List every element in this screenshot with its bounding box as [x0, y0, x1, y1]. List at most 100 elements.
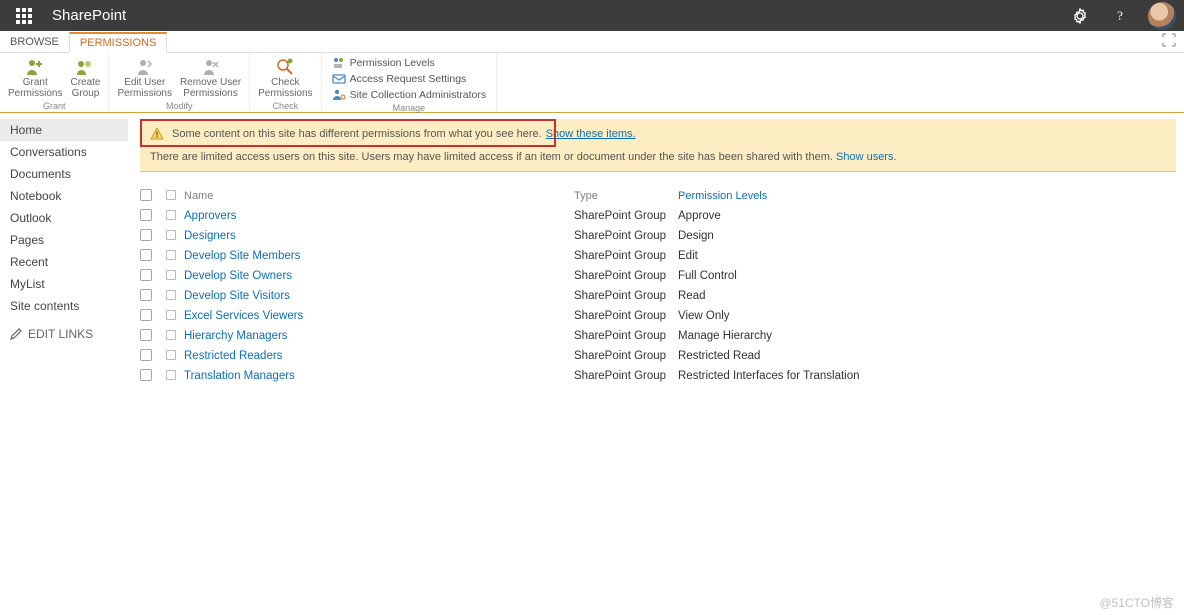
- row-checkbox[interactable]: [140, 309, 152, 321]
- app-launcher[interactable]: [0, 0, 48, 31]
- sidebar-item-documents[interactable]: Documents: [0, 163, 128, 185]
- waffle-icon: [16, 8, 32, 24]
- group-label-modify: Modify: [113, 101, 245, 112]
- row-edit-menu[interactable]: [166, 210, 184, 223]
- notice-limited-users: There are limited access users on this s…: [140, 147, 1176, 172]
- row-permission: Manage Hierarchy: [678, 330, 978, 342]
- check-icon: [275, 57, 295, 77]
- row-checkbox[interactable]: [140, 329, 152, 341]
- group-link[interactable]: Designers: [184, 230, 574, 242]
- notice-limited-text: There are limited access users on this s…: [150, 151, 833, 163]
- group-link[interactable]: Restricted Readers: [184, 350, 574, 362]
- row-type: SharePoint Group: [574, 210, 678, 222]
- row-type: SharePoint Group: [574, 270, 678, 282]
- permission-levels-icon: [332, 56, 346, 70]
- row-edit-menu[interactable]: [166, 250, 184, 263]
- ribbon: GrantPermissions CreateGroup Grant Edit …: [0, 53, 1184, 113]
- group-link[interactable]: Translation Managers: [184, 370, 574, 382]
- row-type: SharePoint Group: [574, 290, 678, 302]
- row-checkbox[interactable]: [140, 249, 152, 261]
- ribbon-tabs: BROWSE PERMISSIONS: [0, 31, 1184, 53]
- sidebar-item-pages[interactable]: Pages: [0, 229, 128, 251]
- row-edit-menu[interactable]: [166, 370, 184, 383]
- sidebar-item-mylist[interactable]: MyList: [0, 273, 128, 295]
- row-checkbox[interactable]: [140, 269, 152, 281]
- col-name[interactable]: Name: [184, 190, 574, 202]
- row-checkbox[interactable]: [140, 289, 152, 301]
- row-edit-menu[interactable]: [166, 350, 184, 363]
- ribbon-group-manage: Permission Levels Access Request Setting…: [322, 53, 498, 112]
- row-edit-menu[interactable]: [166, 330, 184, 343]
- highlight-box: [140, 119, 556, 147]
- group-link[interactable]: Approvers: [184, 210, 574, 222]
- col-type[interactable]: Type: [574, 190, 678, 202]
- question-icon: ?: [1112, 8, 1128, 24]
- sidebar-item-conversations[interactable]: Conversations: [0, 141, 128, 163]
- settings-button[interactable]: [1060, 0, 1100, 31]
- row-edit-menu[interactable]: [166, 310, 184, 323]
- row-permission: Approve: [678, 210, 978, 222]
- row-permission: Design: [678, 230, 978, 242]
- row-type: SharePoint Group: [574, 230, 678, 242]
- row-permission: Edit: [678, 250, 978, 262]
- col-permission-levels[interactable]: Permission Levels: [678, 190, 978, 202]
- table-row: Develop Site MembersSharePoint GroupEdit: [140, 246, 1176, 266]
- sidebar-item-outlook[interactable]: Outlook: [0, 207, 128, 229]
- ribbon-group-grant: GrantPermissions CreateGroup Grant: [0, 53, 109, 112]
- row-checkbox[interactable]: [140, 369, 152, 381]
- tab-browse[interactable]: BROWSE: [0, 31, 69, 52]
- sidebar-item-home[interactable]: Home: [0, 119, 128, 141]
- sidebar-item-recent[interactable]: Recent: [0, 251, 128, 273]
- group-link[interactable]: Hierarchy Managers: [184, 330, 574, 342]
- edit-links-button[interactable]: EDIT LINKS: [0, 317, 128, 351]
- group-link[interactable]: Develop Site Visitors: [184, 290, 574, 302]
- focus-content-button[interactable]: [1154, 33, 1184, 50]
- group-link[interactable]: Develop Site Members: [184, 250, 574, 262]
- remove-user-permissions-button[interactable]: Remove UserPermissions: [176, 55, 245, 101]
- check-permissions-button[interactable]: CheckPermissions: [254, 55, 316, 101]
- group-link[interactable]: Develop Site Owners: [184, 270, 574, 282]
- create-group-label: CreateGroup: [70, 78, 100, 99]
- table-row: Translation ManagersSharePoint GroupRest…: [140, 366, 1176, 386]
- access-request-settings-link[interactable]: Access Request Settings: [332, 71, 487, 87]
- select-all-checkbox[interactable]: [140, 189, 152, 201]
- fullscreen-icon: [1162, 33, 1176, 47]
- avatar[interactable]: [1148, 2, 1176, 30]
- help-button[interactable]: ?: [1100, 0, 1140, 31]
- suite-bar: SharePoint ?: [0, 0, 1184, 31]
- pencil-icon: [10, 328, 22, 340]
- row-checkbox[interactable]: [140, 229, 152, 241]
- watermark: @51CTO博客: [1099, 594, 1174, 611]
- check-label: CheckPermissions: [258, 78, 312, 99]
- edit-column-header: [166, 190, 176, 200]
- grant-label: GrantPermissions: [8, 78, 62, 99]
- sidebar-item-site-contents[interactable]: Site contents: [0, 295, 128, 317]
- show-users-link[interactable]: Show users.: [836, 151, 897, 163]
- sidebar-item-notebook[interactable]: Notebook: [0, 185, 128, 207]
- table-row: Develop Site OwnersSharePoint GroupFull …: [140, 266, 1176, 286]
- table-row: Excel Services ViewersSharePoint GroupVi…: [140, 306, 1176, 326]
- row-edit-menu[interactable]: [166, 290, 184, 303]
- row-edit-menu[interactable]: [166, 230, 184, 243]
- create-group-button[interactable]: CreateGroup: [66, 55, 104, 101]
- table-header: Name Type Permission Levels: [140, 186, 1176, 206]
- row-edit-menu[interactable]: [166, 270, 184, 283]
- show-items-link[interactable]: Show these items.: [546, 128, 636, 140]
- row-type: SharePoint Group: [574, 350, 678, 362]
- site-collection-admins-link[interactable]: Site Collection Administrators: [332, 87, 487, 103]
- ribbon-group-modify: Edit UserPermissions Remove UserPermissi…: [109, 53, 250, 112]
- permission-levels-link[interactable]: Permission Levels: [332, 55, 487, 71]
- remove-user-label: Remove UserPermissions: [180, 78, 241, 99]
- grant-permissions-button[interactable]: GrantPermissions: [4, 55, 66, 101]
- left-nav: HomeConversationsDocumentsNotebookOutloo…: [0, 113, 128, 615]
- row-checkbox[interactable]: [140, 209, 152, 221]
- row-permission: Read: [678, 290, 978, 302]
- admins-icon: [332, 88, 346, 102]
- row-checkbox[interactable]: [140, 349, 152, 361]
- grant-icon: [25, 57, 45, 77]
- group-link[interactable]: Excel Services Viewers: [184, 310, 574, 322]
- permissions-table: Name Type Permission Levels ApproversSha…: [140, 186, 1176, 386]
- row-type: SharePoint Group: [574, 330, 678, 342]
- edit-user-permissions-button[interactable]: Edit UserPermissions: [113, 55, 175, 101]
- tab-permissions[interactable]: PERMISSIONS: [69, 32, 167, 53]
